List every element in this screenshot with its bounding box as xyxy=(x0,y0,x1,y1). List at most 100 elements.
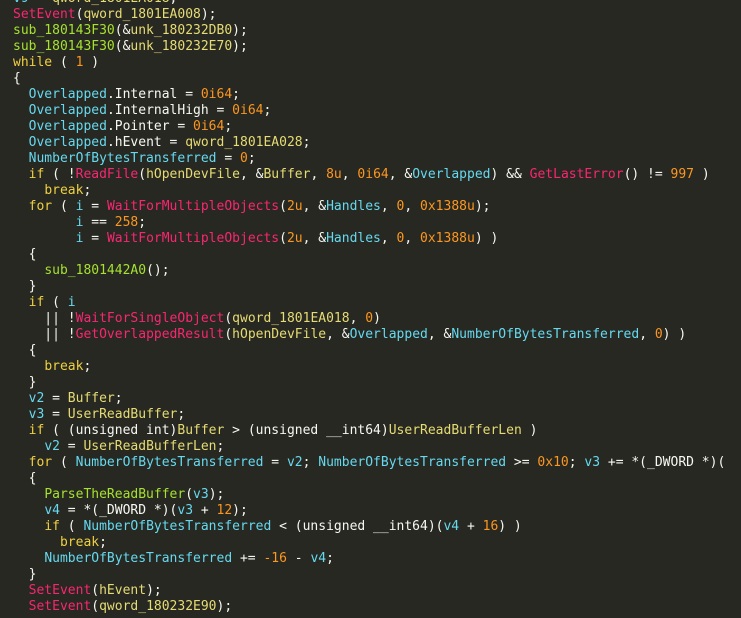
token-global[interactable]: UserReadBufferLen xyxy=(389,423,522,438)
code-line[interactable]: SetEvent(hEvent); xyxy=(0,583,741,599)
token-api[interactable]: ReadFile xyxy=(76,167,139,182)
code-line[interactable]: { xyxy=(0,471,741,487)
code-line[interactable]: sub_180143F30(&unk_180232DB0); xyxy=(0,23,741,39)
code-line[interactable]: v9 = qword_1801EA018; xyxy=(0,0,741,7)
token-local[interactable]: v2 xyxy=(44,439,60,454)
token-api[interactable]: WaitForSingleObject xyxy=(76,311,225,326)
token-keyword[interactable]: if xyxy=(29,423,45,438)
token-local[interactable]: Overlapped xyxy=(29,119,107,134)
token-local[interactable]: NumberOfBytesTransferred xyxy=(76,455,264,470)
token-local[interactable]: NumberOfBytesTransferred xyxy=(451,327,639,342)
token-global[interactable]: unk_180232E70 xyxy=(130,39,232,54)
code-line[interactable]: } xyxy=(0,567,741,583)
token-local[interactable]: i xyxy=(68,295,76,310)
token-global[interactable]: UserReadBufferLen xyxy=(83,439,216,454)
token-local[interactable]: v9 xyxy=(13,0,29,6)
token-global[interactable]: qword_1801EA028 xyxy=(185,135,302,150)
token-local[interactable]: Handles xyxy=(326,199,381,214)
code-line[interactable]: for ( NumberOfBytesTransferred = v2; Num… xyxy=(0,455,741,471)
token-keyword[interactable]: for xyxy=(29,199,52,214)
token-keyword[interactable]: break xyxy=(60,535,99,550)
token-local[interactable]: v3 xyxy=(193,487,209,502)
token-local[interactable]: v4 xyxy=(44,503,60,518)
token-function[interactable]: sub_1801442A0 xyxy=(44,263,146,278)
token-api[interactable]: SetEvent xyxy=(29,583,92,598)
token-global[interactable]: Buffer xyxy=(263,167,310,182)
token-number[interactable]: 0i64 xyxy=(357,167,388,182)
code-line[interactable]: i = WaitForMultipleObjects(2u, &Handles,… xyxy=(0,231,741,247)
token-number[interactable]: 2u xyxy=(287,231,303,246)
token-number[interactable]: 16 xyxy=(483,519,499,534)
code-line[interactable]: ParseTheReadBuffer(v3); xyxy=(0,487,741,503)
code-line[interactable]: if ( NumberOfBytesTransferred < (unsigne… xyxy=(0,519,741,535)
token-keyword[interactable]: if xyxy=(29,295,45,310)
token-api[interactable]: SetEvent xyxy=(13,7,76,22)
code-line[interactable]: break; xyxy=(0,535,741,551)
token-global[interactable]: qword_1801EA018 xyxy=(232,311,349,326)
token-local[interactable]: v3 xyxy=(177,503,193,518)
code-line[interactable]: Overlapped.Pointer = 0i64; xyxy=(0,119,741,135)
token-keyword[interactable]: break xyxy=(44,183,83,198)
code-line[interactable]: } xyxy=(0,375,741,391)
code-line[interactable]: v4 = *(_DWORD *)(v3 + 12); xyxy=(0,503,741,519)
token-global[interactable]: hOpenDevFile xyxy=(146,167,240,182)
token-keyword[interactable]: while xyxy=(13,55,52,70)
token-global[interactable]: hOpenDevFile xyxy=(232,327,326,342)
token-local[interactable]: v3 xyxy=(584,455,600,470)
token-local[interactable]: Overlapped xyxy=(29,103,107,118)
token-global[interactable]: Buffer xyxy=(177,423,224,438)
token-number[interactable]: 0x10 xyxy=(537,455,568,470)
code-line[interactable]: SetEvent(qword_180232E90); xyxy=(0,599,741,615)
code-line[interactable]: while ( 1 ) xyxy=(0,55,741,71)
token-local[interactable]: Overlapped xyxy=(29,135,107,150)
code-line[interactable]: sub_1801442A0(); xyxy=(0,263,741,279)
token-global[interactable]: qword_1801EA018 xyxy=(52,0,169,6)
token-number[interactable]: 258 xyxy=(115,215,138,230)
token-local[interactable]: NumberOfBytesTransferred xyxy=(83,519,271,534)
code-line[interactable]: break; xyxy=(0,359,741,375)
code-line[interactable]: if ( (unsigned int)Buffer > (unsigned __… xyxy=(0,423,741,439)
token-global[interactable]: qword_180232E90 xyxy=(99,599,216,614)
token-number[interactable]: 0i64 xyxy=(193,119,224,134)
token-keyword[interactable]: for xyxy=(29,455,52,470)
token-global[interactable]: hEvent xyxy=(99,583,146,598)
token-local[interactable]: Overlapped xyxy=(350,327,428,342)
token-local[interactable]: NumberOfBytesTransferred xyxy=(44,551,232,566)
code-line[interactable]: if ( i xyxy=(0,295,741,311)
pseudocode-view[interactable]: v9 = qword_1801EA018;SetEvent(qword_1801… xyxy=(0,0,741,615)
code-line[interactable]: break; xyxy=(0,183,741,199)
token-api[interactable]: GetLastError xyxy=(530,167,624,182)
token-api[interactable]: SetEvent xyxy=(29,599,92,614)
token-number[interactable]: 0 xyxy=(240,151,248,166)
code-line[interactable]: v3 = UserReadBuffer; xyxy=(0,407,741,423)
token-number[interactable]: -16 xyxy=(263,551,286,566)
token-number[interactable]: 0i64 xyxy=(201,87,232,102)
token-local[interactable]: Overlapped xyxy=(412,167,490,182)
code-line[interactable]: if ( !ReadFile(hOpenDevFile, &Buffer, 8u… xyxy=(0,167,741,183)
code-line[interactable]: SetEvent(qword_1801EA008); xyxy=(0,7,741,23)
token-local[interactable]: v4 xyxy=(310,551,326,566)
token-keyword[interactable]: if xyxy=(44,519,60,534)
token-api[interactable]: GetOverlappedResult xyxy=(76,327,225,342)
token-number[interactable]: 0x1388u xyxy=(420,199,475,214)
code-line[interactable]: i == 258; xyxy=(0,215,741,231)
code-line[interactable]: sub_180143F30(&unk_180232E70); xyxy=(0,39,741,55)
token-number[interactable]: 0 xyxy=(655,327,663,342)
token-number[interactable]: 2u xyxy=(287,199,303,214)
token-global[interactable]: qword_1801EA008 xyxy=(83,7,200,22)
code-line[interactable]: Overlapped.hEvent = qword_1801EA028; xyxy=(0,135,741,151)
code-line[interactable]: Overlapped.Internal = 0i64; xyxy=(0,87,741,103)
token-function[interactable]: ParseTheReadBuffer xyxy=(44,487,185,502)
code-line[interactable]: Overlapped.InternalHigh = 0i64; xyxy=(0,103,741,119)
token-function[interactable]: sub_180143F30 xyxy=(13,39,115,54)
token-number[interactable]: 997 xyxy=(671,167,694,182)
token-local[interactable]: NumberOfBytesTransferred xyxy=(29,151,217,166)
token-function[interactable]: sub_180143F30 xyxy=(13,23,115,38)
token-api[interactable]: WaitForMultipleObjects xyxy=(107,231,279,246)
token-local[interactable]: NumberOfBytesTransferred xyxy=(318,455,506,470)
token-local[interactable]: v3 xyxy=(29,407,45,422)
code-line[interactable]: { xyxy=(0,343,741,359)
token-number[interactable]: 0i64 xyxy=(232,103,263,118)
code-line[interactable]: v2 = Buffer; xyxy=(0,391,741,407)
code-line[interactable]: } xyxy=(0,279,741,295)
